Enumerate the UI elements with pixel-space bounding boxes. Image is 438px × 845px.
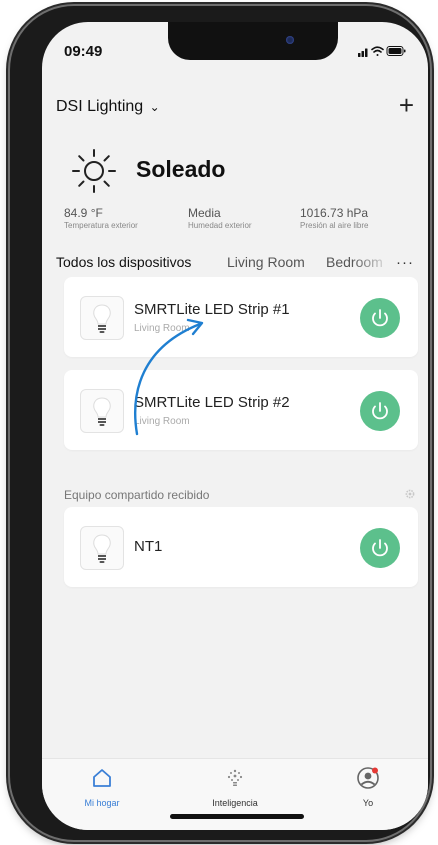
device-card[interactable]: SMRTLite LED Strip #2 Living Room	[64, 370, 418, 450]
power-icon	[372, 309, 388, 327]
home-indicator[interactable]	[170, 814, 304, 819]
stat-label: Temperatura exterior	[64, 221, 138, 230]
plus-icon: +	[398, 90, 414, 120]
tab-yo[interactable]: Yo	[328, 767, 408, 808]
outdoor-pressure: 1016.73 hPa Presión al aire libre	[300, 206, 368, 230]
smart-scene-icon	[227, 769, 243, 786]
bulb-icon	[93, 304, 111, 333]
bottom-tab-bar: Mi hogar Inteligencia Yo	[42, 758, 428, 830]
power-icon	[372, 402, 388, 420]
tab-label: Mi hogar	[84, 798, 120, 808]
tab-label: Inteligencia	[212, 798, 258, 808]
status-time: 09:49	[64, 43, 103, 60]
gear-icon[interactable]	[404, 488, 416, 500]
profile-icon	[357, 767, 379, 789]
home-selector[interactable]: DSI Lighting ⌄	[56, 98, 160, 116]
tab-all-devices[interactable]: Todos los dispositivos	[56, 254, 191, 270]
app-screen: 09:49 DSI Lighting ⌄ + Soleado 84.9 °F T…	[42, 22, 428, 830]
camera-dot	[286, 36, 294, 44]
house-icon	[93, 769, 111, 787]
device-icon-box	[80, 296, 124, 340]
tab-inteligencia[interactable]: Inteligencia	[195, 767, 275, 808]
tab-mi-hogar[interactable]: Mi hogar	[62, 767, 142, 808]
power-icon	[372, 539, 388, 557]
annotation-arrow-icon	[134, 318, 204, 436]
stat-value: 1016.73 hPa	[300, 206, 369, 220]
shared-devices-label: Equipo compartido recibido	[64, 488, 210, 502]
stat-value: Media	[188, 206, 221, 220]
stat-label: Humedad exterior	[188, 221, 252, 230]
device-icon-box	[80, 526, 124, 570]
phone-frame: 09:49 DSI Lighting ⌄ + Soleado 84.9 °F T…	[10, 6, 430, 840]
power-button[interactable]	[360, 298, 400, 338]
status-icons	[358, 46, 406, 57]
outdoor-temperature: 84.9 °F Temperatura exterior	[64, 206, 138, 230]
tab-living-room[interactable]: Living Room	[227, 254, 305, 270]
signal-icon	[358, 48, 368, 57]
device-name: NT1	[134, 538, 163, 555]
more-tabs-button[interactable]: ···	[396, 254, 414, 271]
tab-label: Yo	[362, 798, 374, 808]
sun-icon	[72, 149, 116, 193]
outdoor-humidity: Media Humedad exterior	[188, 206, 252, 230]
power-button[interactable]	[360, 391, 400, 431]
tab-fade	[352, 250, 392, 276]
home-name: DSI Lighting	[56, 98, 144, 115]
battery-icon	[386, 46, 406, 56]
device-card[interactable]: NT1	[64, 507, 418, 587]
add-device-button[interactable]: +	[399, 90, 414, 121]
chevron-down-icon: ⌄	[149, 100, 160, 114]
device-card[interactable]: SMRTLite LED Strip #1 Living Room	[64, 277, 418, 357]
wifi-icon	[371, 46, 384, 56]
notch	[168, 22, 338, 60]
weather-condition: Soleado	[136, 156, 226, 182]
bulb-icon	[93, 397, 111, 426]
device-icon-box	[80, 389, 124, 433]
stat-value: 84.9 °F	[64, 206, 103, 220]
stat-label: Presión al aire libre	[300, 221, 369, 230]
notification-dot	[372, 767, 378, 774]
power-button[interactable]	[360, 528, 400, 568]
bulb-icon	[93, 534, 111, 563]
